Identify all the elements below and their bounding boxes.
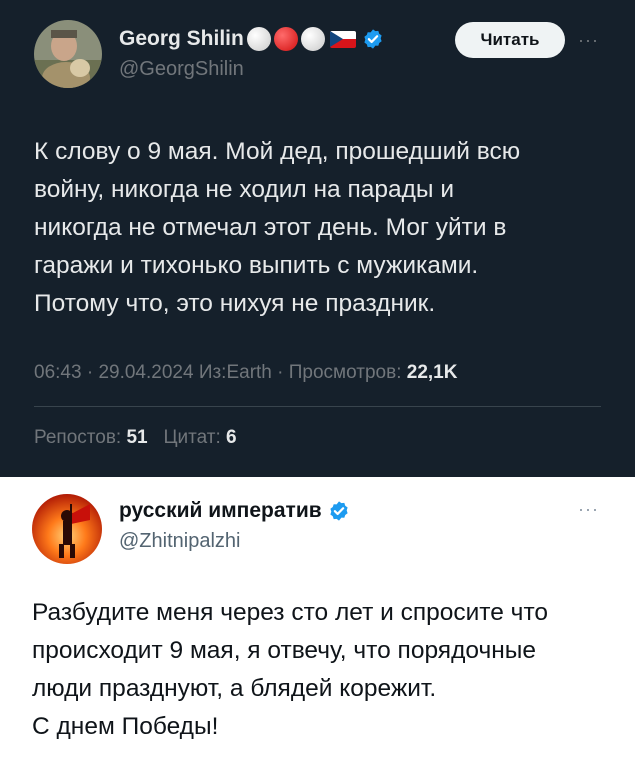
more-options-icon[interactable]: ··· <box>578 30 599 51</box>
meta-separator: · <box>86 362 94 383</box>
handle[interactable]: @Zhitnipalzhi <box>119 530 240 553</box>
tweet-meta: 06:43 · 29.04.2024 Из:Earth · Просмотров… <box>34 362 457 384</box>
meta-separator: · <box>277 362 284 383</box>
divider <box>34 406 601 407</box>
white-circle-emoji-icon <box>300 27 325 51</box>
avatar-georg-shilin[interactable] <box>34 20 102 88</box>
avatar-russkiy-imperativ[interactable] <box>32 494 102 564</box>
follow-button[interactable]: Читать <box>455 22 565 58</box>
display-name[interactable]: Georg Shilin <box>119 27 244 51</box>
tweet-russkiy-imperativ: русский императив @Zhitnipalzhi ··· Разб… <box>0 477 635 765</box>
author-name-row: Georg Shilin <box>119 27 384 51</box>
tweet-text: Разбудите меня через сто лет и спросите … <box>32 599 549 740</box>
verified-badge-icon <box>328 500 350 522</box>
tweet-georg-shilin: Georg Shilin @GeorgShilin Читать ··· К с… <box>0 0 635 477</box>
tweet-source: Из:Earth <box>198 362 272 383</box>
author-name-row: русский императив <box>119 499 350 523</box>
tweet-date[interactable]: 29.04.2024 <box>98 362 193 383</box>
reposts-label: Репостов: <box>34 427 122 448</box>
handle[interactable]: @GeorgShilin <box>119 58 244 81</box>
tweet-time[interactable]: 06:43 <box>34 362 82 383</box>
reposts-stat[interactable]: Репостов: 51 <box>34 427 153 448</box>
engagement-stats: Репостов: 51 Цитат: 6 <box>34 427 237 449</box>
display-name[interactable]: русский императив <box>119 499 322 523</box>
tweet-text: К слову о 9 мая. Мой дед, прошедший всю … <box>34 138 521 317</box>
quotes-stat[interactable]: Цитат: 6 <box>163 427 236 448</box>
views-label: Просмотров: <box>288 362 402 383</box>
czech-flag-icon <box>329 30 356 48</box>
views-count: 22,1K <box>406 362 458 383</box>
quotes-label: Цитат: <box>163 427 221 448</box>
red-circle-emoji-icon <box>273 27 298 51</box>
more-options-icon[interactable]: ··· <box>578 499 599 520</box>
quotes-count: 6 <box>226 427 237 448</box>
verified-badge-icon <box>362 28 384 50</box>
reposts-count: 51 <box>126 427 148 448</box>
white-circle-emoji-icon <box>246 27 271 51</box>
